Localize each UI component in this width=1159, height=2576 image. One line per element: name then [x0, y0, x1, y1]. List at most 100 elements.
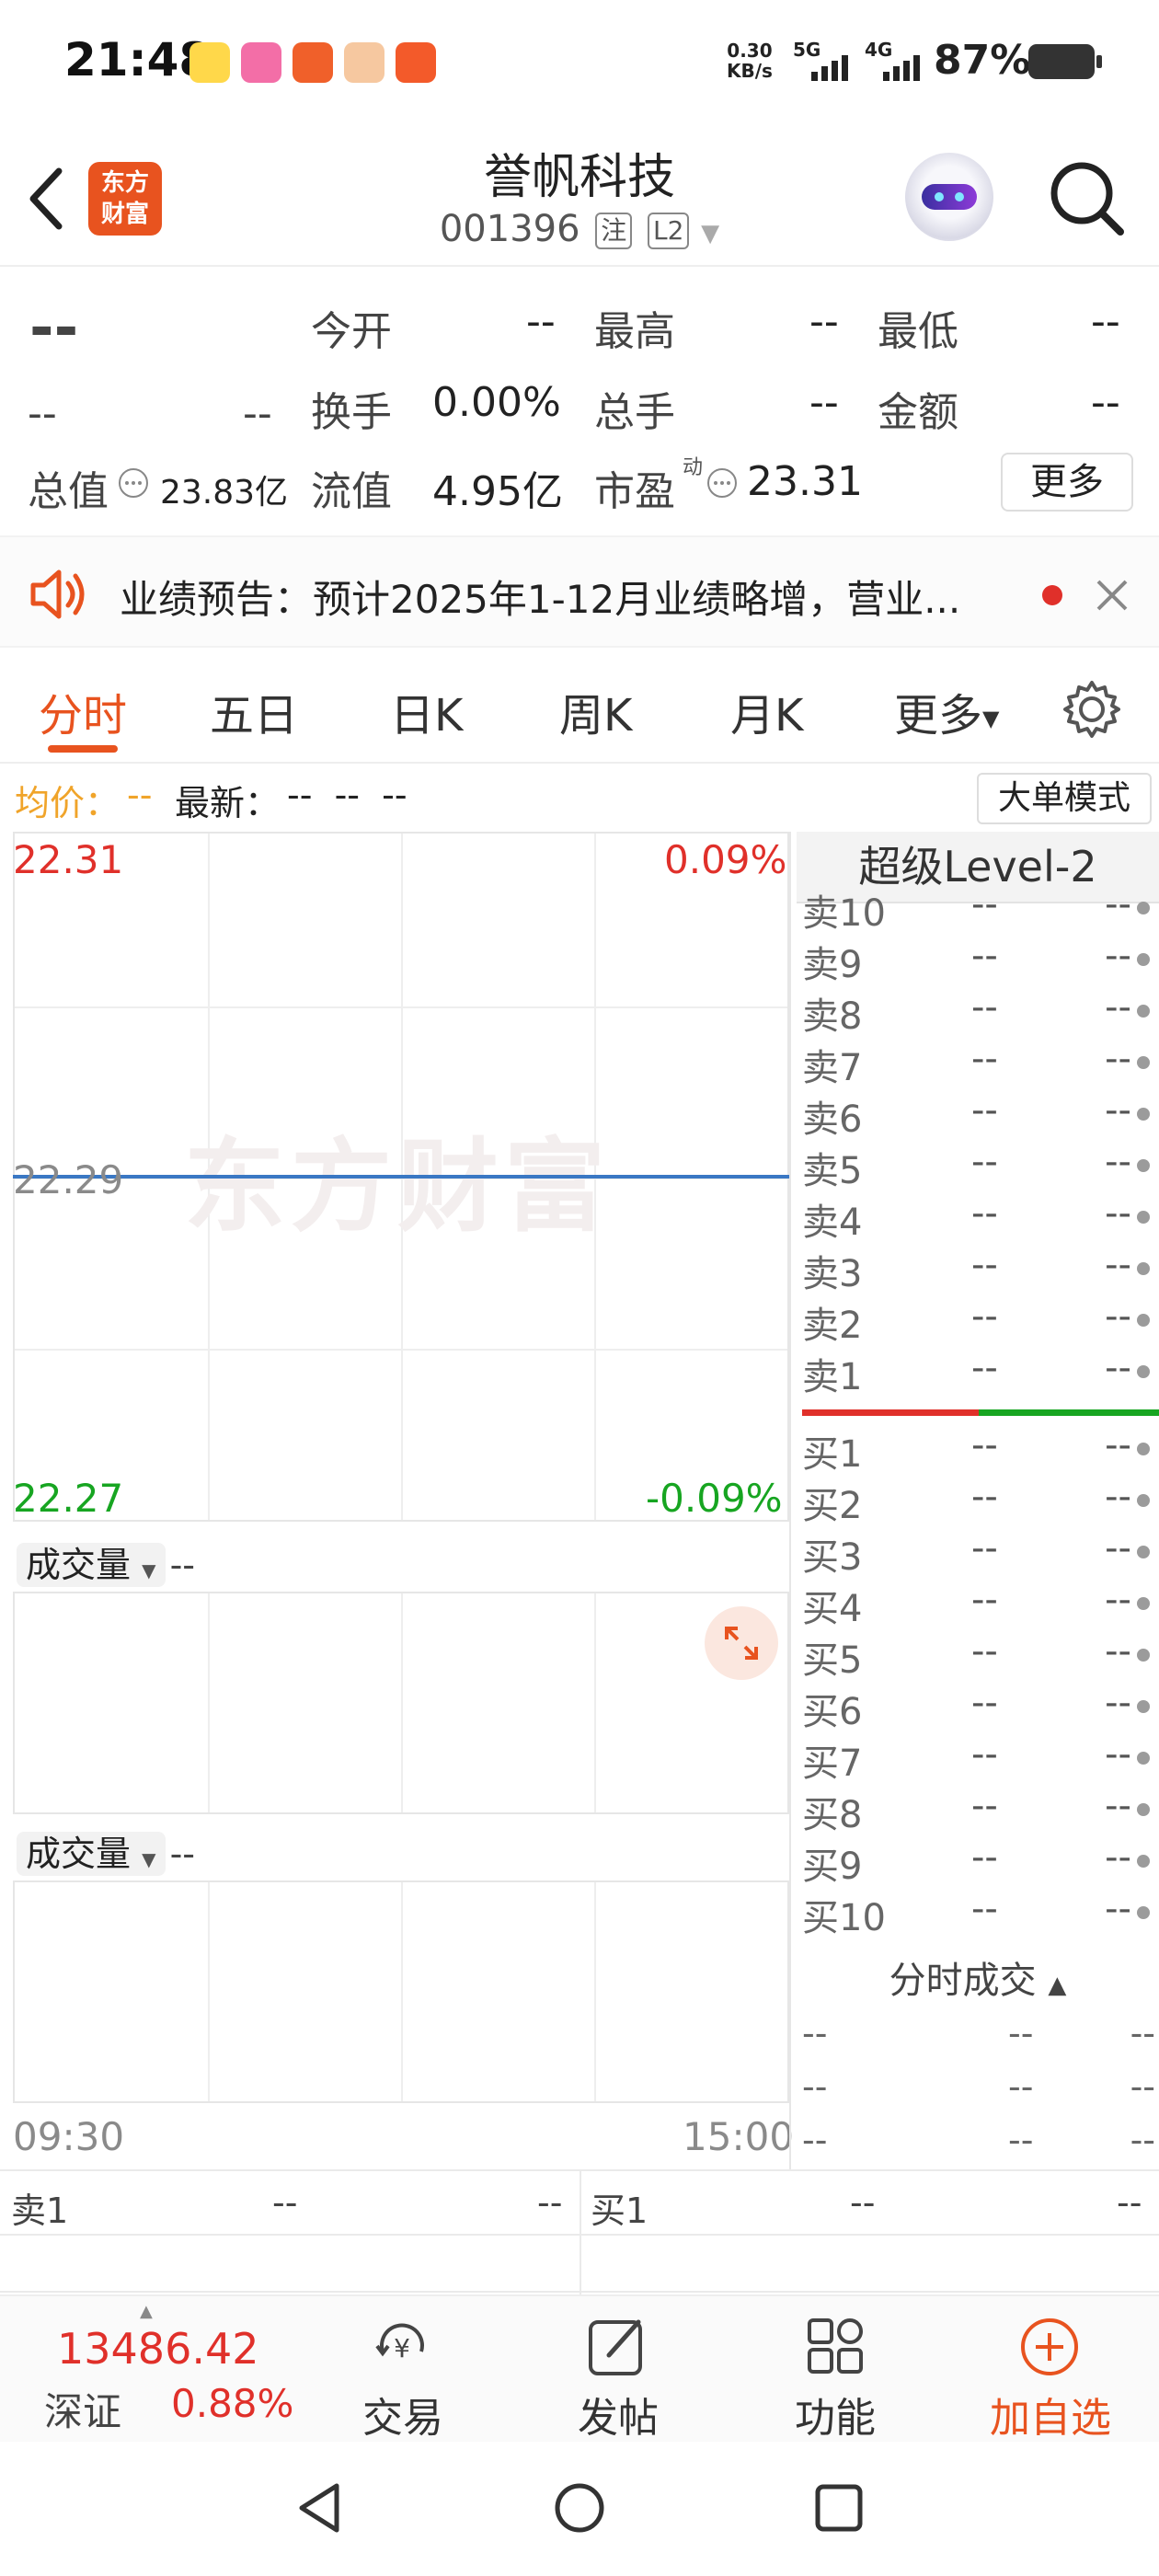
sell-order-row[interactable]: 卖1 -- --	[802, 1347, 1159, 1398]
order-dot-icon	[1137, 1752, 1150, 1765]
volume-chart-1[interactable]	[13, 1592, 789, 1814]
high-value: --	[809, 298, 839, 345]
sell-order-row[interactable]: 卖4 -- --	[802, 1192, 1159, 1244]
buy-order-row[interactable]: 买5 -- --	[802, 1630, 1159, 1682]
system-home-icon[interactable]	[552, 2480, 607, 2536]
expand-chart-button[interactable]	[705, 1606, 778, 1680]
nav-trade[interactable]: 交易	[329, 2385, 476, 2444]
order-dot-icon	[1137, 1597, 1150, 1610]
tab-monthly-k[interactable]: 月K	[730, 679, 803, 743]
order-dot-icon	[1137, 1056, 1150, 1069]
close-icon[interactable]	[1095, 578, 1130, 613]
nav-add-watchlist[interactable]: 加自选	[977, 2385, 1124, 2444]
volume-label-1: 成交量	[26, 1545, 132, 1585]
sell-order-volume: --	[1105, 1089, 1131, 1132]
tick-volume: --	[1130, 2013, 1155, 2053]
time-sales-row: -- -- --	[802, 2066, 1159, 2114]
tick-time: --	[802, 2120, 828, 2160]
order-dot-icon	[1137, 1108, 1150, 1121]
buy-order-price: --	[971, 1579, 998, 1621]
volume-indicator-dropdown-2[interactable]: 成交量 ▼ --	[17, 1825, 195, 1876]
buy-order-row[interactable]: 买4 -- --	[802, 1579, 1159, 1630]
buy-order-row[interactable]: 买8 -- --	[802, 1785, 1159, 1836]
buy-order-row[interactable]: 买6 -- --	[802, 1682, 1159, 1733]
ai-assistant-robot-icon[interactable]	[905, 153, 993, 241]
nav-post[interactable]: 发帖	[545, 2385, 692, 2444]
y-axis-top-label: 22.31	[13, 837, 124, 882]
battery-icon	[1028, 44, 1102, 79]
settings-gear-icon[interactable]	[1061, 679, 1122, 740]
sell-order-price: --	[971, 1038, 998, 1080]
sell1-label: 卖1	[11, 2191, 69, 2231]
order-dot-icon	[1137, 1159, 1150, 1172]
time-sales-row: -- -- --	[802, 2120, 1159, 2168]
trade-yen-icon: ¥	[375, 2323, 424, 2363]
buy-order-price: --	[971, 1630, 998, 1673]
big-order-mode-button[interactable]: 大单模式	[977, 773, 1152, 824]
sell-order-row[interactable]: 卖3 -- --	[802, 1244, 1159, 1295]
order-dot-icon	[1137, 1262, 1150, 1275]
buy-order-row[interactable]: 买1 -- --	[802, 1424, 1159, 1476]
buy1-label: 买1	[591, 2191, 648, 2231]
system-back-icon[interactable]	[296, 2482, 342, 2534]
volume-indicator-dropdown-1[interactable]: 成交量 ▼ --	[17, 1536, 195, 1587]
buy-order-row[interactable]: 买3 -- --	[802, 1527, 1159, 1579]
sell-order-level-label: 卖1	[802, 1356, 863, 1398]
sell-order-level-label: 卖6	[802, 1098, 863, 1141]
buy-order-level-label: 买8	[802, 1794, 863, 1836]
volume-dropdown-2-box: 成交量 ▼	[17, 1832, 166, 1876]
volume-label-2: 成交量	[26, 1834, 132, 1874]
sell-order-row[interactable]: 卖6 -- --	[802, 1089, 1159, 1141]
time-sales-row: -- -- --	[802, 2013, 1159, 2061]
more-quote-button[interactable]: 更多	[1001, 453, 1133, 512]
buy-order-row[interactable]: 买10 -- --	[802, 1888, 1159, 1939]
pe-info-dots-icon[interactable]	[706, 467, 738, 499]
volume-value: --	[809, 379, 839, 426]
buy-order-price: --	[971, 1785, 998, 1827]
buy-order-row[interactable]: 买7 -- --	[802, 1733, 1159, 1785]
tab-more[interactable]: 更多▼	[894, 679, 999, 743]
sell-order-row[interactable]: 卖9 -- --	[802, 935, 1159, 986]
sell-order-row[interactable]: 卖5 -- --	[802, 1141, 1159, 1192]
buy-order-row[interactable]: 买9 -- --	[802, 1836, 1159, 1888]
order-dot-icon	[1137, 1365, 1150, 1378]
buy-order-level-label: 买3	[802, 1536, 863, 1579]
price-change-pct: --	[243, 390, 272, 437]
buy1-price: --	[850, 2182, 876, 2223]
info-dots-icon[interactable]	[118, 467, 149, 499]
tab-five-day[interactable]: 五日	[210, 679, 298, 743]
search-icon[interactable]	[1047, 158, 1126, 237]
sell-order-row[interactable]: 卖10 -- --	[802, 883, 1159, 935]
sell-order-row[interactable]: 卖7 -- --	[802, 1038, 1159, 1089]
sell-order-volume: --	[1105, 935, 1131, 977]
sell-order-volume: --	[1105, 1295, 1131, 1338]
sell-order-level-label: 卖2	[802, 1305, 863, 1347]
sell-order-price: --	[971, 1192, 998, 1235]
tick-time: --	[802, 2013, 828, 2053]
latest-value: -- -- --	[287, 775, 407, 815]
sell-order-price: --	[971, 1089, 998, 1132]
order-dot-icon	[1137, 1005, 1150, 1018]
system-recents-icon[interactable]	[813, 2482, 865, 2534]
buy-order-volume: --	[1105, 1733, 1131, 1776]
buy-order-volume: --	[1105, 1785, 1131, 1827]
volume-label: 总手	[594, 389, 675, 436]
paper-plane-app-icon	[293, 42, 333, 83]
sell-order-row[interactable]: 卖2 -- --	[802, 1295, 1159, 1347]
nav-functions[interactable]: 功能	[762, 2385, 909, 2444]
bilibili-icon	[241, 42, 281, 83]
sell-order-row[interactable]: 卖8 -- --	[802, 986, 1159, 1038]
tab-daily-k[interactable]: 日K	[390, 679, 463, 743]
volume-chart-2[interactable]	[13, 1880, 789, 2103]
tab-weekly-k[interactable]: 周K	[559, 679, 632, 743]
sell-order-volume: --	[1105, 1038, 1131, 1080]
buy-order-row[interactable]: 买2 -- --	[802, 1476, 1159, 1527]
tab-intraday[interactable]: 分时	[39, 679, 127, 743]
order-dot-icon	[1137, 1803, 1150, 1816]
bottom-nav: ▲ 13486.42 深证 0.88% ¥ 交易 发帖 功能 加自选	[0, 2294, 1159, 2442]
time-sales-header[interactable]: 分时成交 ▲	[797, 1950, 1159, 2004]
earnings-notice-banner[interactable]: 业绩预告：预计2025年1-12月业绩略增，营业...	[0, 535, 1159, 648]
sell-order-volume: --	[1105, 883, 1131, 926]
index-ticker[interactable]: ▲ 13486.42 深证 0.88%	[0, 2296, 294, 2444]
sell-order-volume: --	[1105, 1347, 1131, 1389]
